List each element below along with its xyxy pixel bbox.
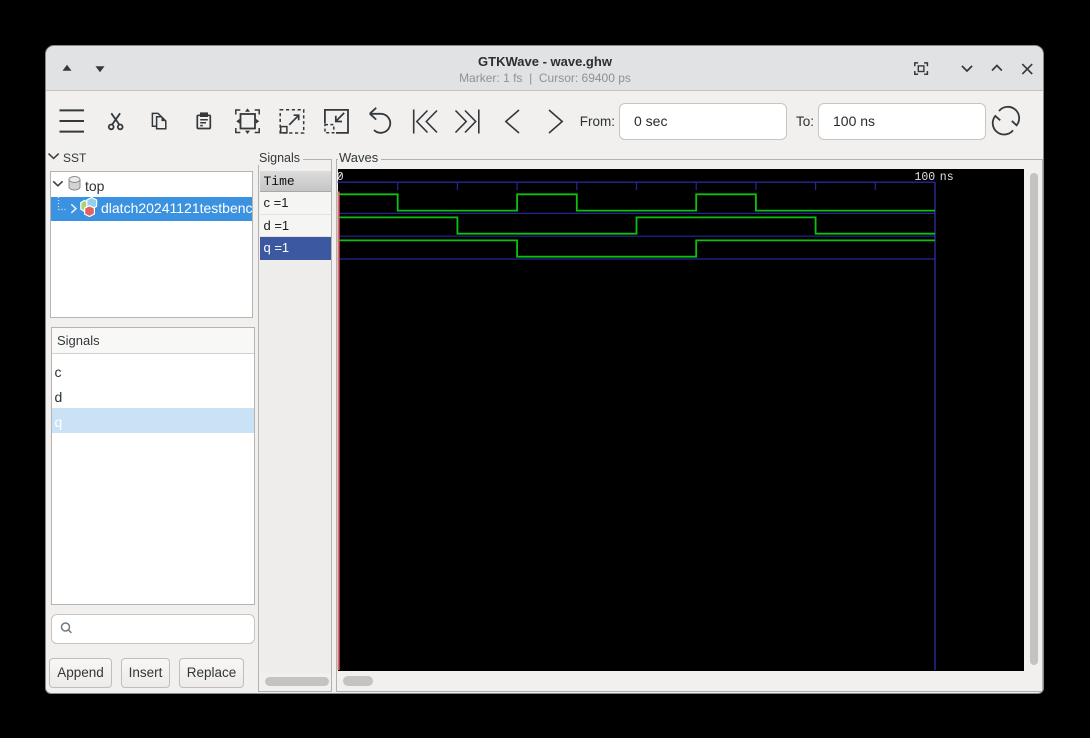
svg-text:ns: ns (940, 171, 954, 184)
